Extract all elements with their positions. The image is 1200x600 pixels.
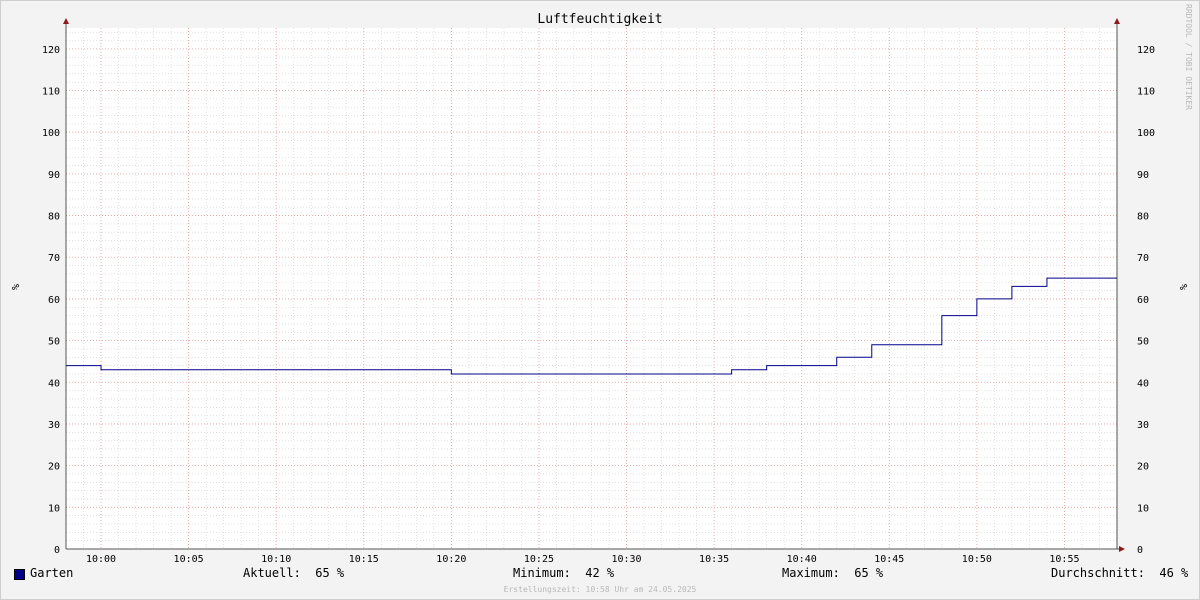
y-tick-label-left: 100 bbox=[42, 128, 60, 139]
legend-swatch-garten bbox=[14, 569, 25, 580]
legend-minimum: Minimum: 42 % bbox=[513, 566, 615, 580]
x-tick-label: 10:15 bbox=[349, 554, 379, 565]
y-tick-label-right: 30 bbox=[1137, 420, 1149, 431]
y-tick-label-left: 120 bbox=[42, 45, 60, 56]
y-tick-label-left: 50 bbox=[48, 337, 60, 348]
y-tick-label-right: 120 bbox=[1137, 45, 1155, 56]
legend-current: Aktuell: 65 % bbox=[243, 566, 345, 580]
x-tick-label: 10:45 bbox=[874, 554, 904, 565]
y-tick-label-left: 10 bbox=[48, 503, 60, 514]
x-tick-label: 10:25 bbox=[524, 554, 554, 565]
chart-title: Luftfeuchtigkeit bbox=[537, 12, 662, 27]
y-tick-label-right: 0 bbox=[1137, 545, 1143, 556]
y-tick-label-right: 70 bbox=[1137, 253, 1149, 264]
x-tick-label: 10:10 bbox=[261, 554, 291, 565]
x-tick-label: 10:00 bbox=[86, 554, 116, 565]
y-tick-label-right: 40 bbox=[1137, 378, 1149, 389]
y-tick-label-left: 60 bbox=[48, 295, 60, 306]
legend-maximum: Maximum: 65 % bbox=[782, 566, 884, 580]
humidity-chart: 0 10 20 30 40 50 60 70 80 90 100 110 120 0 10 20 30 40 50… bbox=[9, 12, 1188, 565]
x-tick-label: 10:35 bbox=[699, 554, 729, 565]
y-tick-label-right: 60 bbox=[1137, 295, 1149, 306]
legend-average: Durchschnitt: 46 % bbox=[1051, 566, 1189, 580]
y-tick-label-left: 30 bbox=[48, 420, 60, 431]
y-axis-left-ticks: 0 10 20 30 40 50 60 70 80 90 100 110 120 bbox=[42, 45, 60, 556]
y-tick-label-right: 100 bbox=[1137, 128, 1155, 139]
x-axis-ticks: 10:00 10:05 10:10 10:15 10:20 10:25 10:30 10:35… bbox=[86, 554, 1080, 565]
y-tick-label-left: 80 bbox=[48, 212, 60, 223]
x-tick-label: 10:05 bbox=[174, 554, 204, 565]
y-axis-right-ticks: 0 10 20 30 40 50 60 70 80 90 100 110 120 bbox=[1137, 45, 1155, 556]
y-axis-label-right: % bbox=[1177, 284, 1188, 290]
y-tick-label-left: 40 bbox=[48, 378, 60, 389]
y-axis-label-left: % bbox=[9, 284, 20, 290]
y-axis-right-arrow bbox=[1114, 18, 1120, 24]
y-axis-left-arrow bbox=[63, 18, 69, 24]
y-tick-label-right: 110 bbox=[1137, 87, 1155, 98]
y-tick-label-left: 0 bbox=[54, 545, 60, 556]
x-tick-label: 10:50 bbox=[962, 554, 992, 565]
legend-series-name: Garten bbox=[30, 566, 74, 580]
y-tick-label-right: 50 bbox=[1137, 337, 1149, 348]
y-tick-label-left: 20 bbox=[48, 462, 60, 473]
x-tick-label: 10:40 bbox=[787, 554, 817, 565]
y-tick-label-left: 70 bbox=[48, 253, 60, 264]
y-tick-label-right: 10 bbox=[1137, 503, 1149, 514]
x-tick-label: 10:20 bbox=[436, 554, 466, 565]
creation-time-footer: Erstellungszeit: 10:58 Uhr am 24.05.2025 bbox=[503, 585, 697, 594]
x-axis-arrow bbox=[1119, 546, 1125, 552]
y-tick-label-left: 110 bbox=[42, 87, 60, 98]
y-tick-label-right: 90 bbox=[1137, 170, 1149, 181]
y-tick-label-right: 20 bbox=[1137, 462, 1149, 473]
x-tick-label: 10:30 bbox=[611, 554, 641, 565]
y-tick-label-left: 90 bbox=[48, 170, 60, 181]
y-tick-label-right: 80 bbox=[1137, 212, 1149, 223]
rrdtool-watermark: RRDTOOL / TOBI OETIKER bbox=[1184, 4, 1193, 110]
x-tick-label: 10:55 bbox=[1049, 554, 1079, 565]
